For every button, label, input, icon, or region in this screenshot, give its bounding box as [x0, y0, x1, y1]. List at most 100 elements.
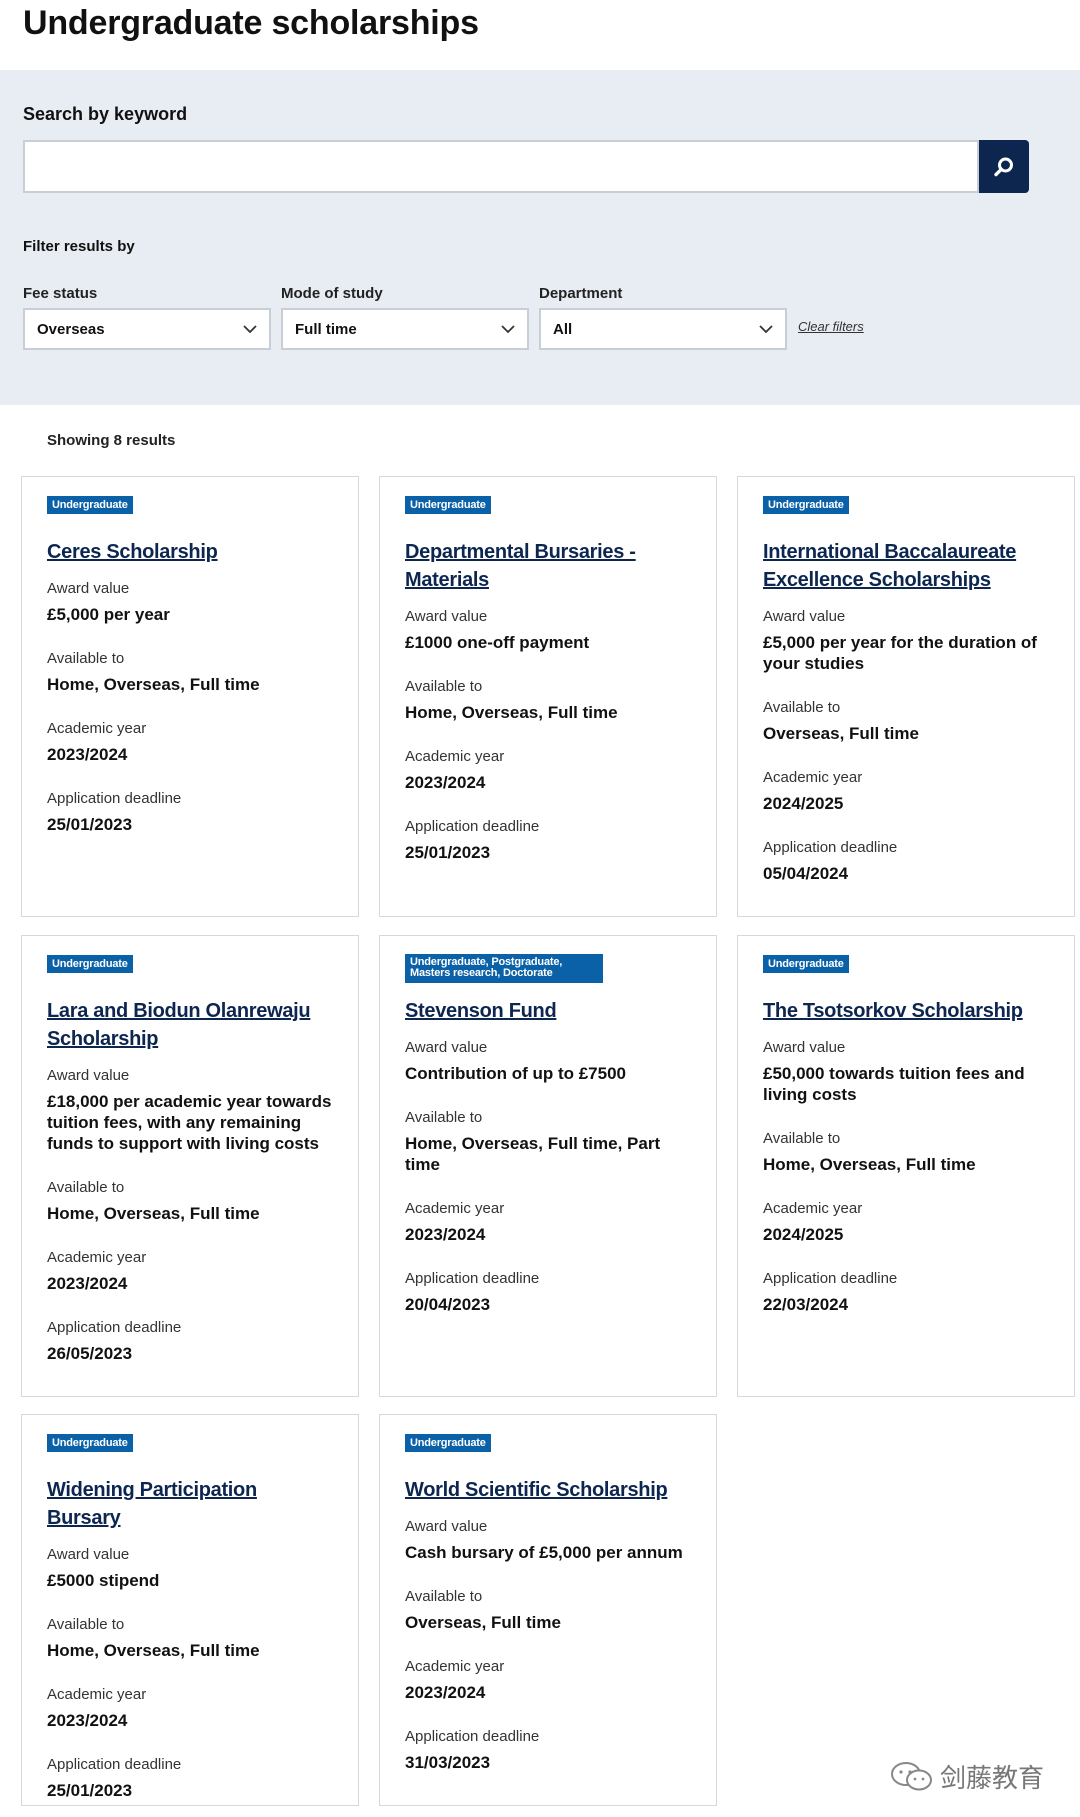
deadline-field: Application deadline 20/04/2023: [405, 1269, 692, 1315]
scholarship-card: Undergraduate, Postgraduate, Masters res…: [379, 935, 717, 1397]
available-to-field: Available to Home, Overseas, Full time: [47, 649, 334, 695]
deadline-value: 26/05/2023: [47, 1344, 133, 1364]
field-label: Award value: [763, 608, 846, 626]
search-input[interactable]: [23, 140, 979, 193]
scholarship-title-link[interactable]: International Baccalaureate Excellence S…: [763, 538, 1050, 594]
available-to-field: Available to Home, Overseas, Full time: [47, 1178, 334, 1224]
academic-year-field: Academic year 2023/2024: [47, 719, 334, 765]
deadline-value: 25/01/2023: [47, 815, 133, 835]
field-label: Academic year: [405, 1200, 505, 1217]
available-to-value: Home, Overseas, Full time: [763, 1155, 976, 1175]
award-value-field: Award value Cash bursary of £5,000 per an…: [405, 1517, 692, 1563]
deadline-value: 25/01/2023: [47, 1781, 133, 1801]
scholarship-card: Undergraduate The Tsotsorkov Scholarship…: [737, 935, 1075, 1397]
watermark: 剑藤教育: [890, 1758, 1044, 1795]
deadline-field: Application deadline 31/03/2023: [405, 1727, 692, 1773]
level-badge: Undergraduate, Postgraduate, Masters res…: [405, 954, 603, 983]
deadline-field: Application deadline 05/04/2024: [763, 838, 1050, 884]
search-button[interactable]: [979, 140, 1029, 193]
academic-year-value: 2023/2024: [47, 745, 128, 765]
chevron-down-icon: [243, 324, 257, 333]
scholarship-title-link[interactable]: Stevenson Fund: [405, 997, 692, 1025]
mode-of-study-value: Full time: [295, 320, 357, 338]
search-label: Search by keyword: [23, 104, 188, 124]
scholarship-title-link[interactable]: The Tsotsorkov Scholarship: [763, 997, 1050, 1025]
academic-year-field: Academic year 2023/2024: [405, 1657, 692, 1703]
available-to-value: Home, Overseas, Full time: [47, 1204, 260, 1224]
field-label: Academic year: [47, 720, 147, 738]
scholarship-title-link[interactable]: World Scientific Scholarship: [405, 1476, 692, 1504]
award-value: Contribution of up to £7500: [405, 1064, 626, 1083]
available-to-value: Overseas, Full time: [763, 724, 919, 744]
award-value-field: Award value £1000 one-off payment: [405, 607, 692, 653]
scholarship-title-link[interactable]: Departmental Bursaries - Materials: [405, 538, 692, 594]
academic-year-value: 2023/2024: [405, 1225, 486, 1244]
deadline-field: Application deadline 25/01/2023: [47, 1755, 334, 1801]
field-label: Award value: [47, 580, 130, 598]
academic-year-value: 2023/2024: [405, 1683, 486, 1703]
available-to-field: Available to Home, Overseas, Full time, P…: [405, 1108, 692, 1175]
page-title: Undergraduate scholarships: [23, 4, 479, 42]
field-label: Award value: [405, 1518, 488, 1536]
field-label: Award value: [405, 608, 488, 626]
deadline-field: Application deadline 22/03/2024: [763, 1269, 1050, 1315]
field-label: Academic year: [47, 1686, 147, 1704]
scholarship-card: Undergraduate Ceres Scholarship Award va…: [21, 476, 359, 917]
field-label: Available to: [47, 1616, 125, 1634]
award-value-field: Award value £18,000 per academic year tow…: [47, 1066, 334, 1154]
filter-heading: Filter results by: [23, 238, 135, 255]
academic-year-value: 2023/2024: [405, 773, 486, 793]
award-value: £5,000 per year for the duration of your…: [763, 633, 1037, 674]
mode-of-study-select[interactable]: Full time: [281, 308, 529, 350]
award-value: £5,000 per year: [47, 605, 170, 625]
level-badge: Undergraduate: [47, 1434, 133, 1453]
field-label: Available to: [47, 1179, 125, 1197]
available-to-value: Overseas, Full time: [405, 1613, 561, 1633]
academic-year-value: 2023/2024: [47, 1274, 128, 1294]
field-label: Award value: [47, 1067, 130, 1085]
award-value: £1000 one-off payment: [405, 633, 590, 653]
scholarship-card: Undergraduate Lara and Biodun Olanrewaju…: [21, 935, 359, 1397]
field-label: Academic year: [47, 1249, 147, 1267]
scholarship-title-link[interactable]: Widening Participation Bursary: [47, 1476, 334, 1532]
department-value: All: [553, 320, 573, 338]
deadline-value: 25/01/2023: [405, 843, 491, 863]
field-label: Available to: [47, 650, 125, 668]
search-icon: [994, 157, 1013, 176]
scholarship-title-link[interactable]: Lara and Biodun Olanrewaju Scholarship: [47, 997, 334, 1053]
available-to-value: Home, Overseas, Full time: [47, 1641, 260, 1661]
deadline-value: 22/03/2024: [763, 1295, 849, 1315]
fee-status-select[interactable]: Overseas: [23, 308, 271, 350]
available-to-field: Available to Home, Overseas, Full time: [405, 677, 692, 723]
award-value-field: Award value £5,000 per year for the durat…: [763, 607, 1050, 674]
clear-filters-link[interactable]: Clear filters: [798, 319, 864, 334]
field-label: Available to: [405, 1109, 483, 1126]
academic-year-field: Academic year 2024/2025: [763, 768, 1050, 814]
field-label: Application deadline: [47, 790, 182, 808]
deadline-value: 20/04/2023: [405, 1295, 491, 1314]
search-filter-panel: Search by keyword Filter results by Fee …: [0, 70, 1080, 405]
scholarship-card: Undergraduate Widening Participation Bur…: [21, 1414, 359, 1806]
deadline-field: Application deadline 25/01/2023: [405, 817, 692, 863]
field-label: Application deadline: [405, 818, 540, 836]
mode-of-study-filter: Mode of study Full time: [281, 285, 529, 350]
scholarship-title-link[interactable]: Ceres Scholarship: [47, 538, 334, 566]
results-count: Showing 8 results: [47, 432, 176, 449]
chevron-down-icon: [501, 324, 515, 333]
award-value: £18,000 per academic year towards tuitio…: [47, 1092, 332, 1154]
department-label: Department: [539, 285, 623, 302]
field-label: Award value: [405, 1039, 488, 1056]
academic-year-field: Academic year 2023/2024: [405, 1199, 692, 1245]
academic-year-field: Academic year 2023/2024: [47, 1248, 334, 1294]
award-value-field: Award value Contribution of up to £7500: [405, 1038, 692, 1084]
available-to-field: Available to Overseas, Full time: [405, 1587, 692, 1633]
fee-status-value: Overseas: [37, 320, 105, 338]
field-label: Available to: [405, 1588, 483, 1606]
department-filter: Department All: [539, 285, 787, 350]
academic-year-field: Academic year 2023/2024: [47, 1685, 334, 1731]
department-select[interactable]: All: [539, 308, 787, 350]
award-value-field: Award value £5,000 per year: [47, 579, 334, 625]
field-label: Academic year: [763, 1200, 863, 1218]
scholarship-card: Undergraduate Departmental Bursaries - M…: [379, 476, 717, 917]
deadline-value: 31/03/2023: [405, 1753, 491, 1773]
